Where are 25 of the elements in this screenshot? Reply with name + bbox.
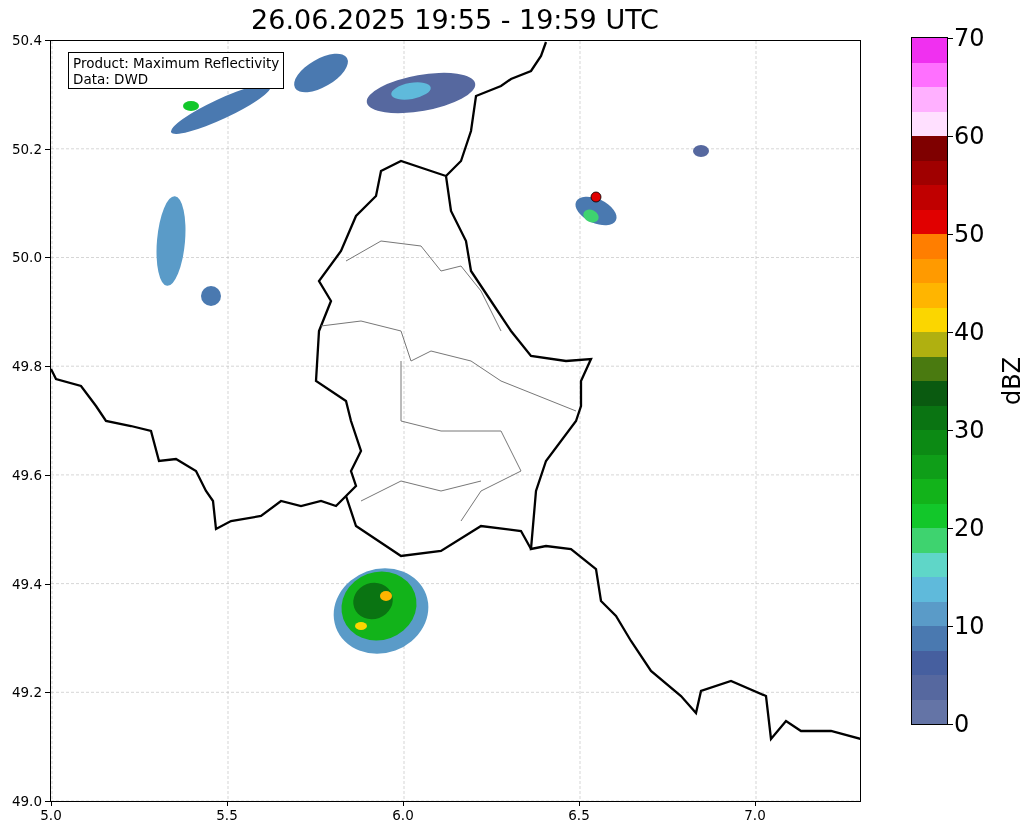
annotation-text: Product: Maximum Reflectivity (73, 55, 280, 71)
chart-title: 26.06.2025 19:55 - 19:59 UTC (251, 4, 659, 35)
colorbar-tick-label: 50 (954, 220, 985, 248)
colorbar-tick-label: 20 (954, 514, 985, 542)
colorbar-tick-label: 10 (954, 612, 985, 640)
colorbar-axis-label: dBZ (998, 356, 1023, 406)
y-axis-tick-label: 49.8 (11, 358, 42, 375)
colorbar-tick-label: 40 (954, 318, 985, 346)
y-axis-tick-label: 49.4 (11, 575, 42, 592)
colorbar-tick-label: 0 (954, 710, 970, 738)
x-axis-tick-label: 7.0 (744, 807, 766, 823)
y-axis-tick-label: 49.2 (11, 684, 42, 701)
x-axis-tick-label: 5.5 (216, 807, 238, 823)
colorbar-tick-label: 60 (954, 122, 985, 150)
x-axis-tick-label: 5.0 (40, 807, 62, 823)
y-axis-tick-label: 50.4 (11, 32, 42, 48)
x-axis-tick-label: 6.5 (568, 807, 590, 823)
y-axis-tick-label: 50.2 (11, 140, 42, 157)
annotation-text: Data: DWD (73, 71, 150, 87)
colorbar-tick-label: 70 (954, 24, 985, 52)
y-axis-tick-label: 49.0 (11, 792, 42, 809)
y-axis-tick-label: 49.6 (11, 466, 42, 483)
x-axis-tick-label: 6.0 (392, 807, 414, 823)
colorbar-tick-label: 30 (954, 416, 985, 444)
y-axis-tick-label: 50.0 (11, 249, 42, 266)
